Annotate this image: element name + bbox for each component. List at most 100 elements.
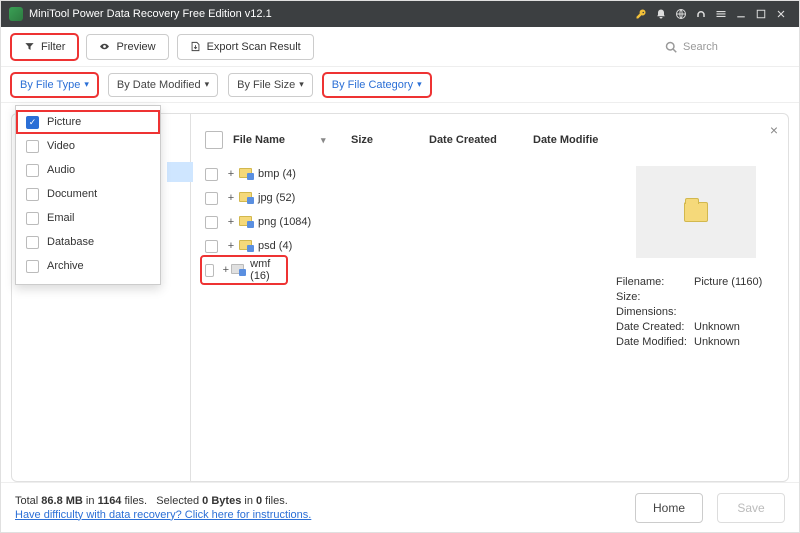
expand-icon[interactable]: + xyxy=(222,264,229,276)
filter-bar: By File Type▾ By Date Modified▾ By File … xyxy=(1,67,799,103)
key-icon[interactable] xyxy=(631,1,651,27)
menu-icon[interactable] xyxy=(711,1,731,27)
eye-icon xyxy=(99,41,110,52)
status-text: Total 86.8 MB in 1164 files. Selected 0 … xyxy=(15,495,621,507)
chevron-down-icon: ▾ xyxy=(417,79,422,90)
file-name: png (1084) xyxy=(258,216,311,228)
headset-icon[interactable] xyxy=(691,1,711,27)
meta-datemodified-value: Unknown xyxy=(694,336,740,348)
select-all-checkbox[interactable] xyxy=(205,131,223,149)
file-name: bmp (4) xyxy=(258,168,296,180)
dropdown-item-label: Video xyxy=(47,140,75,152)
folder-icon xyxy=(238,168,252,181)
dropdown-item-label: Email xyxy=(47,212,75,224)
col-file-name[interactable]: File Name▾ xyxy=(233,134,351,146)
dropdown-item-label: Document xyxy=(47,188,97,200)
col-date-created[interactable]: Date Created xyxy=(429,134,533,146)
table-row[interactable]: + bmp (4) xyxy=(203,162,606,186)
folder-icon xyxy=(238,192,252,205)
help-link[interactable]: Have difficulty with data recovery? Clic… xyxy=(15,509,311,521)
folder-icon xyxy=(238,240,252,253)
col-size[interactable]: Size xyxy=(351,134,429,146)
expand-icon[interactable]: + xyxy=(226,192,236,204)
dropdown-item-document[interactable]: Document xyxy=(16,182,160,206)
dropdown-item-video[interactable]: Video xyxy=(16,134,160,158)
sort-desc-icon: ▾ xyxy=(321,135,326,146)
expand-icon[interactable]: + xyxy=(226,168,236,180)
row-checkbox[interactable] xyxy=(205,240,218,253)
chevron-down-icon: ▾ xyxy=(205,79,210,90)
close-preview-button[interactable]: × xyxy=(770,122,778,138)
preview-button[interactable]: Preview xyxy=(86,34,168,60)
checkbox[interactable] xyxy=(26,116,39,129)
filter-button[interactable]: Filter xyxy=(11,34,78,60)
meta-datecreated-value: Unknown xyxy=(694,321,740,333)
file-name: wmf (16) xyxy=(250,258,279,282)
checkbox[interactable] xyxy=(26,260,39,273)
expand-icon[interactable]: + xyxy=(226,216,236,228)
folder-icon xyxy=(684,202,708,222)
meta-filename-label: Filename: xyxy=(616,276,694,288)
dropdown-item-label: Picture xyxy=(47,116,81,128)
dropdown-item-database[interactable]: Database xyxy=(16,230,160,254)
meta-datecreated-label: Date Created: xyxy=(616,321,694,333)
globe-icon[interactable] xyxy=(671,1,691,27)
by-date-modified-chip[interactable]: By Date Modified▾ xyxy=(108,73,218,97)
row-checkbox[interactable] xyxy=(205,216,218,229)
maximize-icon[interactable] xyxy=(751,1,771,27)
checkbox[interactable] xyxy=(26,164,39,177)
by-file-size-chip[interactable]: By File Size▾ xyxy=(228,73,313,97)
table-row[interactable]: + png (1084) xyxy=(203,210,606,234)
table-header: File Name▾ Size Date Created Date Modifi… xyxy=(203,128,606,152)
toolbar: Filter Preview Export Scan Result xyxy=(1,27,799,67)
bell-icon[interactable] xyxy=(651,1,671,27)
folder-icon xyxy=(231,264,244,277)
app-icon xyxy=(9,7,23,21)
meta-dims-label: Dimensions: xyxy=(616,306,694,318)
file-type-dropdown: Picture Video Audio Document Email Database Ar… xyxy=(15,105,161,285)
checkbox[interactable] xyxy=(26,140,39,153)
checkbox[interactable] xyxy=(26,236,39,249)
row-checkbox[interactable] xyxy=(205,192,218,205)
export-icon xyxy=(190,41,201,52)
meta-filename-value: Picture (1160) xyxy=(694,276,762,288)
checkbox[interactable] xyxy=(26,212,39,225)
col-date-modified[interactable]: Date Modifie xyxy=(533,134,606,146)
preview-panel: × Filename:Picture (1160) Size: Dimensio… xyxy=(616,128,776,467)
dropdown-item-label: Audio xyxy=(47,164,75,176)
dropdown-item-email[interactable]: Email xyxy=(16,206,160,230)
row-checkbox[interactable] xyxy=(205,264,214,277)
home-button[interactable]: Home xyxy=(635,493,703,523)
dropdown-item-picture[interactable]: Picture xyxy=(16,110,160,134)
chevron-down-icon: ▾ xyxy=(299,79,304,90)
file-list: File Name▾ Size Date Created Date Modifi… xyxy=(203,128,606,467)
filter-icon xyxy=(24,41,35,52)
file-name: jpg (52) xyxy=(258,192,295,204)
preview-thumbnail xyxy=(636,166,756,258)
checkbox[interactable] xyxy=(26,188,39,201)
by-file-category-chip[interactable]: By File Category▾ xyxy=(323,73,431,97)
by-file-type-chip[interactable]: By File Type▾ xyxy=(11,73,98,97)
row-checkbox[interactable] xyxy=(205,168,218,181)
tree-selected-node xyxy=(167,162,193,182)
titlebar: MiniTool Power Data Recovery Free Editio… xyxy=(1,1,799,27)
dropdown-item-label: Database xyxy=(47,236,94,248)
dropdown-item-label: Archive xyxy=(47,260,84,272)
app-title: MiniTool Power Data Recovery Free Editio… xyxy=(29,8,272,20)
close-icon[interactable] xyxy=(771,1,791,27)
dropdown-item-audio[interactable]: Audio xyxy=(16,158,160,182)
folder-icon xyxy=(238,216,252,229)
expand-icon[interactable]: + xyxy=(226,240,236,252)
meta-datemodified-label: Date Modified: xyxy=(616,336,694,348)
table-row[interactable]: + jpg (52) xyxy=(203,186,606,210)
save-button[interactable]: Save xyxy=(717,493,785,523)
table-row[interactable]: + psd (4) xyxy=(203,234,606,258)
minimize-icon[interactable] xyxy=(731,1,751,27)
dropdown-item-archive[interactable]: Archive xyxy=(16,254,160,278)
chevron-down-icon: ▾ xyxy=(84,79,89,90)
search-input[interactable] xyxy=(659,34,789,60)
file-name: psd (4) xyxy=(258,240,292,252)
export-button[interactable]: Export Scan Result xyxy=(177,34,314,60)
status-bar: Total 86.8 MB in 1164 files. Selected 0 … xyxy=(1,482,799,532)
table-row[interactable]: + wmf (16) xyxy=(203,258,285,282)
